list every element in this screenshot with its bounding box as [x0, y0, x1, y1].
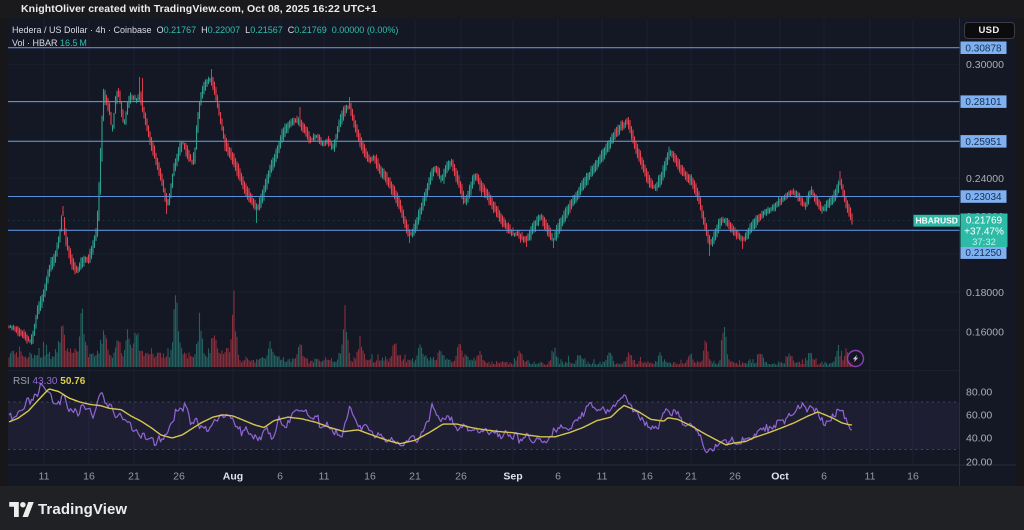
svg-text:21: 21 [685, 471, 697, 483]
svg-text:0.23034: 0.23034 [965, 192, 1002, 203]
svg-text:11: 11 [319, 471, 330, 483]
svg-text:80.00: 80.00 [966, 387, 992, 399]
svg-text:60.00: 60.00 [966, 410, 992, 422]
svg-text:Oct: Oct [771, 471, 789, 483]
svg-text:26: 26 [455, 471, 467, 483]
svg-text:37:32: 37:32 [972, 237, 996, 248]
svg-text:0.16000: 0.16000 [966, 327, 1004, 339]
svg-text:6: 6 [277, 471, 283, 483]
svg-text:0.18000: 0.18000 [966, 287, 1004, 299]
svg-text:16: 16 [907, 471, 919, 483]
svg-text:0.24000: 0.24000 [966, 173, 1004, 185]
svg-text:0.21250: 0.21250 [965, 248, 1002, 259]
svg-text:0.30000: 0.30000 [966, 59, 1004, 71]
svg-text:Sep: Sep [503, 471, 522, 483]
svg-text:20.00: 20.00 [966, 457, 992, 469]
svg-text:0.21769: 0.21769 [966, 216, 1003, 227]
svg-text:11: 11 [597, 471, 608, 483]
svg-text:0.25951: 0.25951 [965, 137, 1002, 148]
svg-text:0.30878: 0.30878 [965, 43, 1002, 54]
svg-text:21: 21 [409, 471, 421, 483]
svg-text:0.28101: 0.28101 [965, 97, 1002, 108]
svg-text:16: 16 [83, 471, 95, 483]
svg-text:26: 26 [173, 471, 185, 483]
svg-text:16: 16 [364, 471, 376, 483]
svg-text:40.00: 40.00 [966, 433, 992, 445]
svg-text:HBARUSD: HBARUSD [915, 215, 958, 225]
svg-text:11: 11 [39, 471, 50, 483]
svg-text:6: 6 [821, 471, 827, 483]
svg-text:16: 16 [641, 471, 653, 483]
svg-text:+37.47%: +37.47% [964, 227, 1004, 238]
svg-text:RSI 43.30 50.76: RSI 43.30 50.76 [13, 376, 86, 387]
svg-text:Aug: Aug [223, 471, 243, 483]
svg-text:21: 21 [128, 471, 140, 483]
svg-text:6: 6 [555, 471, 561, 483]
svg-text:11: 11 [865, 471, 876, 483]
svg-text:26: 26 [729, 471, 741, 483]
